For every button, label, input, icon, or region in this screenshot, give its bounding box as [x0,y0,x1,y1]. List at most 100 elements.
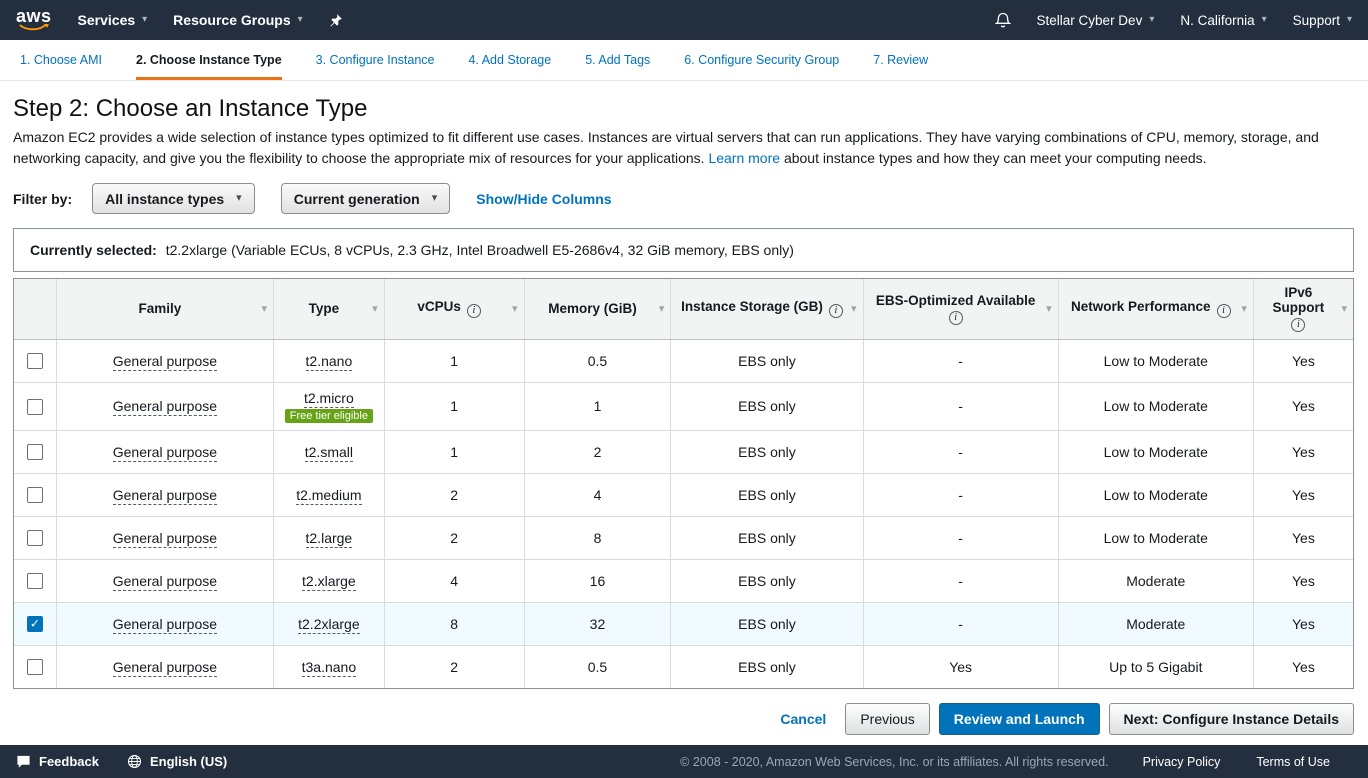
col-header-network[interactable]: Network Performance i ▾ [1058,279,1253,339]
family-value: General purpose [113,659,217,677]
top-nav-right: Stellar Cyber Dev ▾ N. California ▾ Supp… [995,12,1352,29]
row-checkbox[interactable] [27,573,43,589]
aws-logo[interactable]: aws [16,8,52,32]
next-configure-button[interactable]: Next: Configure Instance Details [1109,703,1355,735]
info-icon[interactable]: i [1291,318,1305,332]
table-row[interactable]: General purpose t2.micro Free tier eligi… [14,382,1353,430]
services-label: Services [78,12,136,28]
type-value: t2.nano [306,353,353,371]
table-row[interactable]: General purpose t2.xlarge 4 16 EBS only … [14,559,1353,602]
wizard-step[interactable]: 2. Choose Instance Type [136,40,282,80]
support-menu[interactable]: Support ▾ [1293,13,1352,28]
resource-groups-label: Resource Groups [173,12,290,28]
cell-storage: EBS only [671,645,863,688]
language-selector[interactable]: English (US) [127,754,227,769]
col-header-type[interactable]: Type ▾ [274,279,385,339]
col-header-ipv6[interactable]: IPv6 Support i ▾ [1253,279,1353,339]
cell-ipv6: Yes [1253,339,1353,382]
cell-family: General purpose [56,473,273,516]
col-header-storage[interactable]: Instance Storage (GB)i ▾ [671,279,863,339]
generation-dropdown-value: Current generation [294,191,420,207]
info-icon[interactable]: i [1217,304,1231,318]
cell-storage: EBS only [671,516,863,559]
row-checkbox[interactable] [27,530,43,546]
copyright-text: © 2008 - 2020, Amazon Web Services, Inc.… [680,755,1108,769]
cell-type: t2.large [274,516,385,559]
show-hide-columns-link[interactable]: Show/Hide Columns [476,191,611,207]
feedback-button[interactable]: Feedback [16,754,99,769]
info-icon[interactable]: i [467,304,481,318]
privacy-policy-link[interactable]: Privacy Policy [1143,755,1221,769]
cell-checkbox [14,473,56,516]
vcpus-header-label: vCPUs [417,299,461,314]
info-icon[interactable]: i [829,304,843,318]
cell-type: t2.micro Free tier eligible [274,382,385,430]
wizard-step[interactable]: 5. Add Tags [585,40,650,80]
cell-checkbox [14,382,56,430]
network-header-label: Network Performance [1071,299,1211,314]
wizard-step[interactable]: 3. Configure Instance [316,40,435,80]
instance-types-dropdown[interactable]: All instance types ▾ [92,183,255,214]
sort-caret-icon[interactable]: ▾ [1341,302,1347,315]
table-row[interactable]: General purpose t2.small 1 2 EBS only - … [14,430,1353,473]
info-icon[interactable]: i [949,311,963,325]
row-checkbox[interactable] [27,616,43,632]
chevron-down-icon: ▾ [1149,15,1154,25]
footer: Feedback English (US) © 2008 - 2020, Ama… [0,745,1368,778]
cell-storage: EBS only [671,473,863,516]
family-value: General purpose [113,573,217,591]
cell-network: Up to 5 Gigabit [1058,645,1253,688]
col-header-vcpus[interactable]: vCPUsi ▾ [384,279,524,339]
table-row[interactable]: General purpose t2.nano 1 0.5 EBS only -… [14,339,1353,382]
wizard-step[interactable]: 4. Add Storage [468,40,551,80]
type-value: t2.medium [296,487,361,505]
sort-caret-icon[interactable]: ▾ [262,302,268,315]
region-label: N. California [1180,13,1254,28]
terms-of-use-link[interactable]: Terms of Use [1256,755,1330,769]
row-checkbox[interactable] [27,353,43,369]
cell-ebs: Yes [863,645,1058,688]
services-menu[interactable]: Services ▾ [78,12,148,28]
cell-family: General purpose [56,602,273,645]
resource-groups-menu[interactable]: Resource Groups ▾ [173,12,303,28]
notifications-bell-icon[interactable] [995,12,1011,29]
account-menu[interactable]: Stellar Cyber Dev ▾ [1037,13,1155,28]
family-value: General purpose [113,487,217,505]
wizard-step[interactable]: 7. Review [873,40,928,80]
generation-dropdown[interactable]: Current generation ▾ [281,183,451,214]
table-row[interactable]: General purpose t2.medium 2 4 EBS only -… [14,473,1353,516]
row-checkbox[interactable] [27,399,43,415]
cell-type: t2.2xlarge [274,602,385,645]
sort-caret-icon[interactable]: ▾ [512,302,518,315]
review-and-launch-button[interactable]: Review and Launch [939,703,1100,735]
cell-ebs: - [863,516,1058,559]
sort-caret-icon[interactable]: ▾ [372,302,378,315]
table-row[interactable]: General purpose t2.large 2 8 EBS only - … [14,516,1353,559]
previous-button[interactable]: Previous [845,703,929,735]
cell-vcpus: 1 [384,339,524,382]
row-checkbox[interactable] [27,444,43,460]
table-row[interactable]: General purpose t2.2xlarge 8 32 EBS only… [14,602,1353,645]
col-header-memory[interactable]: Memory (GiB) ▾ [524,279,671,339]
currently-selected-banner: Currently selected: t2.2xlarge (Variable… [13,228,1354,272]
col-header-ebs[interactable]: EBS-Optimized Available i ▾ [863,279,1058,339]
region-menu[interactable]: N. California ▾ [1180,13,1266,28]
instance-table: Family ▾ Type ▾ vCPUsi ▾ Memory (GiB) ▾ [14,279,1353,688]
cancel-button[interactable]: Cancel [780,711,826,727]
pin-icon[interactable] [329,13,343,28]
wizard-step[interactable]: 1. Choose AMI [20,40,102,80]
cell-memory: 2 [524,430,671,473]
table-row[interactable]: General purpose t3a.nano 2 0.5 EBS only … [14,645,1353,688]
wizard-step[interactable]: 6. Configure Security Group [684,40,839,80]
learn-more-link[interactable]: Learn more [708,150,780,166]
sort-caret-icon[interactable]: ▾ [659,302,665,315]
cell-checkbox [14,430,56,473]
aws-smile-icon [19,24,49,32]
row-checkbox[interactable] [27,659,43,675]
sort-caret-icon[interactable]: ▾ [1241,302,1247,315]
sort-caret-icon[interactable]: ▾ [851,302,857,315]
sort-caret-icon[interactable]: ▾ [1046,302,1052,315]
col-header-family[interactable]: Family ▾ [56,279,273,339]
row-checkbox[interactable] [27,487,43,503]
cell-storage: EBS only [671,430,863,473]
